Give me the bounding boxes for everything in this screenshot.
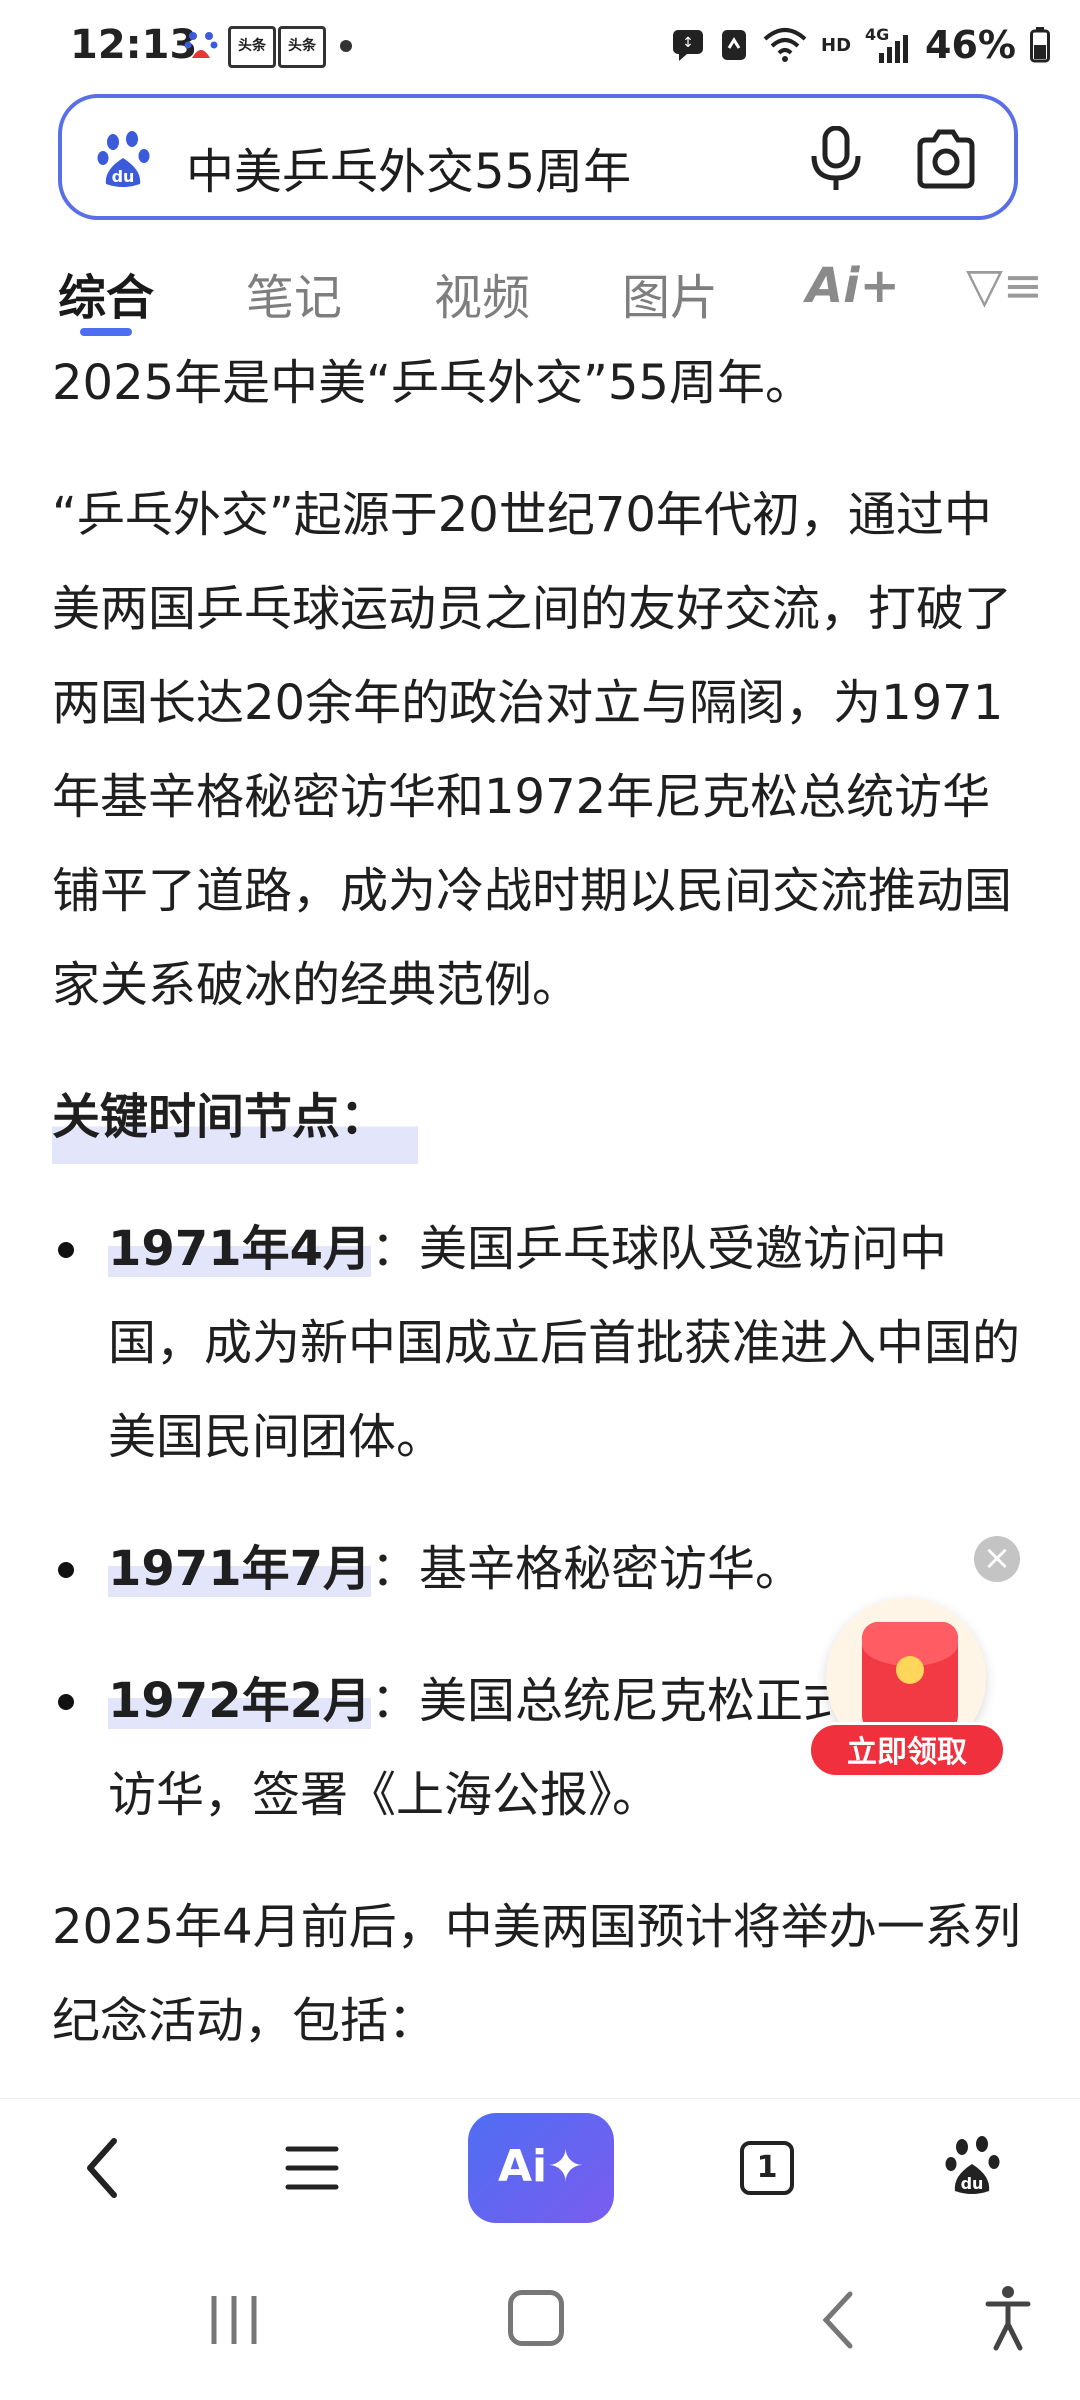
intro-text: 2025年是中美“乒乓外交”55周年。 [52, 355, 813, 411]
close-icon[interactable]: × [974, 1536, 1020, 1582]
message-icon: ↕ [673, 30, 704, 61]
summary-paragraph: “乒乓外交”起源于20世纪70年代初，通过中美两国乒乓球运动员之间的友好交流，打… [52, 487, 1013, 1013]
tab-switcher-button[interactable]: 1 [740, 2141, 794, 2195]
accessibility-icon[interactable] [984, 2284, 1032, 2352]
sync-icon [722, 30, 747, 60]
more-notifications-dot [340, 40, 352, 52]
battery-percent: 46% [925, 23, 1016, 67]
filter-icon[interactable]: ▽≡ [966, 258, 1043, 314]
timeline-date: 1971年7月 [108, 1541, 371, 1597]
search-bar[interactable]: du 中美乒乓外交55周年 [58, 94, 1018, 220]
timeline-item: 1971年4月：美国乒乓球队受邀访问中国，成为新中国成立后首批获准进入中国的美国… [52, 1202, 1032, 1484]
system-nav-bar [0, 2244, 1080, 2400]
red-envelope-seal [896, 1656, 924, 1684]
search-input[interactable]: 中美乒乓外交55周年 [186, 132, 631, 202]
home-button-icon[interactable] [508, 2290, 564, 2346]
hd-indicator: HD [821, 34, 852, 56]
status-time: 12:13 [70, 22, 198, 68]
timeline-date: 1972年2月 [108, 1673, 371, 1729]
answer-content: 2025年是中美“乒乓外交”55周年。 “乒乓外交”起源于20世纪70年代初，通… [52, 336, 1032, 2106]
active-tab-indicator [80, 328, 132, 336]
toutiao-notification-icon: 头条 [278, 26, 326, 68]
recent-apps-icon[interactable] [206, 2292, 262, 2348]
toutiao-notification-icon: 头条 [228, 26, 276, 68]
bottom-nav: Ai✦ 1 du [0, 2098, 1080, 2245]
tab-comprehensive[interactable]: 综合 [58, 258, 154, 328]
baidu-home-icon[interactable]: du [944, 2133, 1008, 2197]
microphone-icon[interactable] [808, 126, 864, 192]
tab-notes[interactable]: 笔记 [246, 258, 342, 328]
svg-text:du: du [961, 2174, 984, 2193]
svg-text:du: du [112, 167, 135, 186]
search-tabs: 综合 笔记 视频 图片 Ai+ ▽≡ [0, 250, 1080, 340]
system-back-icon[interactable] [820, 2290, 856, 2350]
tab-images[interactable]: 图片 [622, 258, 718, 328]
screen: 12:13 头条 头条 ↕ HD 4G 46% du 中美乒乓外交55周年 综合… [0, 0, 1080, 2400]
svg-text:↕: ↕ [682, 35, 694, 51]
claim-now-button[interactable]: 立即领取 [808, 1722, 1006, 1778]
status-right: ↕ HD 4G 46% [671, 20, 1050, 70]
closing-text: 2025年4月前后，中美两国预计将举办一系列纪念活动，包括： [52, 1899, 1021, 2049]
menu-icon[interactable] [284, 2143, 340, 2193]
ai-assistant-button[interactable]: Ai✦ [468, 2113, 614, 2223]
signal-icon: 4G [865, 25, 911, 65]
section-heading: 关键时间节点： [52, 1070, 419, 1164]
baidu-notification-icon [184, 32, 218, 58]
baidu-logo-icon[interactable]: du [96, 128, 158, 190]
wifi-icon [763, 28, 807, 62]
status-bar: 12:13 头条 头条 ↕ HD 4G 46% [0, 0, 1080, 90]
timeline-date: 1971年4月 [108, 1221, 371, 1277]
battery-icon [1030, 27, 1050, 63]
tab-ai[interactable]: Ai+ [806, 258, 900, 314]
tab-video[interactable]: 视频 [434, 258, 530, 328]
camera-icon[interactable] [914, 128, 978, 190]
timeline-text: ：基辛格秘密访华。 [371, 1541, 804, 1597]
back-arrow-icon[interactable] [80, 2135, 124, 2201]
